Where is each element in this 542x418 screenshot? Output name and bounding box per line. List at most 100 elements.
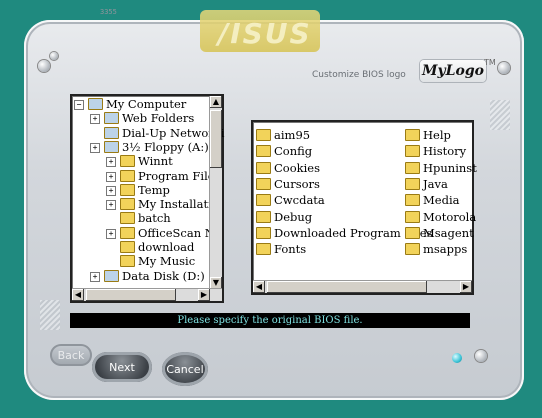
grip-texture [490, 100, 510, 130]
file-item-label: aim95 [274, 128, 311, 142]
mylogo-badge: MyLogo [420, 60, 486, 82]
file-item-label: Cursors [274, 176, 320, 191]
file-item[interactable]: Java [405, 177, 448, 191]
disk-icon [104, 269, 119, 282]
expand-icon[interactable]: + [106, 185, 116, 196]
folder-icon [405, 161, 420, 174]
trademark: TM [484, 58, 496, 67]
tree-item[interactable]: batch [120, 211, 171, 225]
file-item[interactable]: Motorola [405, 210, 476, 224]
file-item-label: History [423, 144, 467, 159]
tree-item[interactable]: OfficeScan N [120, 226, 215, 240]
tree-item[interactable]: Web Folders [104, 111, 194, 125]
file-item[interactable]: History [405, 144, 466, 158]
tree-item[interactable]: Dial-Up Networki [104, 126, 224, 140]
scroll-up-icon[interactable]: ▲ [210, 96, 222, 108]
file-item-label: Debug [274, 209, 313, 224]
tree-item-label: batch [138, 211, 171, 226]
tree-vscroll[interactable]: ▲ ▼ [209, 96, 222, 301]
file-item-label: Config [274, 144, 313, 159]
files-hscroll[interactable]: ◀ ▶ [253, 280, 472, 293]
tree-item-label: Temp [138, 182, 170, 197]
folder-icon [256, 161, 271, 174]
status-bar: Please specify the original BIOS file. [70, 313, 470, 328]
tree-item-label: download [138, 240, 195, 254]
tree-item[interactable]: download [120, 240, 194, 254]
expand-icon[interactable]: + [106, 228, 116, 239]
scroll-thumb[interactable] [267, 281, 427, 293]
folder-icon [405, 226, 420, 239]
folder-icon [405, 243, 420, 256]
scroll-right-icon[interactable]: ▶ [460, 281, 472, 293]
tree-item-label: OfficeScan N [138, 225, 215, 240]
expand-icon[interactable]: + [106, 157, 116, 168]
file-item-label: Cwcdata [274, 193, 325, 208]
tree-item[interactable]: Data Disk (D:) [104, 269, 205, 283]
expand-icon[interactable]: + [90, 114, 100, 125]
screw-icon [38, 60, 50, 72]
tree-item[interactable]: Program Files [120, 169, 220, 183]
tree-item-label: My Music [138, 254, 196, 269]
folder-icon [120, 226, 135, 239]
tagline: Customize BIOS logo [312, 70, 406, 80]
folder-tree[interactable]: − My Computer + Web Folders Dial-Up Networki… [70, 94, 224, 303]
status-led-icon [452, 353, 462, 363]
tree-item-label: Winnt [138, 154, 173, 169]
tree-item-label: Data Disk (D:) [122, 268, 205, 283]
file-item[interactable]: aim95 [256, 128, 310, 142]
file-item[interactable]: Media [405, 193, 459, 207]
tree-item[interactable]: My Installatic [120, 197, 218, 211]
expand-icon[interactable]: + [90, 271, 100, 282]
tree-item[interactable]: 3½ Floppy (A:) [104, 140, 209, 154]
tree-item-label: My Computer [106, 97, 187, 111]
scroll-left-icon[interactable]: ◀ [253, 281, 265, 293]
folder-icon [256, 129, 271, 141]
folder-icon [256, 243, 271, 256]
file-item[interactable]: Hpuninst [405, 161, 477, 175]
scroll-thumb[interactable] [210, 110, 222, 168]
scroll-thumb[interactable] [86, 289, 176, 301]
file-item[interactable]: Debug [256, 210, 312, 224]
file-item-label: Java [423, 176, 448, 191]
file-item[interactable]: Help [405, 128, 451, 142]
tree-hscroll[interactable]: ◀ ▶ [72, 288, 222, 301]
file-item[interactable]: Fonts [256, 242, 306, 256]
tree-item[interactable]: Temp [120, 183, 170, 197]
folder-icon [120, 169, 135, 182]
file-item[interactable]: msapps [405, 242, 467, 256]
tree-item[interactable]: My Music [120, 254, 195, 268]
file-item-label: Fonts [274, 242, 307, 257]
asus-logo: /ISUS [218, 17, 312, 50]
next-button[interactable]: Next [92, 352, 152, 382]
back-button[interactable]: Back [50, 344, 92, 366]
computer-icon [88, 98, 103, 110]
file-item[interactable]: Cwcdata [256, 193, 325, 207]
tree-item[interactable]: Winnt [120, 154, 173, 168]
file-item[interactable]: Cursors [256, 177, 320, 191]
expand-icon[interactable]: + [106, 200, 116, 211]
screw-icon [498, 62, 510, 74]
folder-icon [120, 155, 135, 168]
folder-icon [256, 177, 271, 190]
scroll-right-icon[interactable]: ▶ [198, 289, 210, 301]
folder-icon [120, 183, 135, 196]
dialup-icon [104, 126, 119, 139]
expand-icon[interactable]: + [106, 171, 116, 182]
file-item-label: Msagent [423, 225, 474, 240]
tree-item-label: 3½ Floppy (A:) [122, 139, 209, 154]
web-folders-icon [104, 112, 119, 125]
file-list[interactable]: aim95 Config Cookies Cursors Cwcdata Debug Dow… [251, 120, 477, 295]
tree-item-label: My Installatic [138, 197, 219, 212]
file-item-label: Hpuninst [423, 160, 477, 175]
file-item[interactable]: Cookies [256, 161, 320, 175]
file-item[interactable]: Msagent [405, 226, 474, 240]
tree-item-label: Web Folders [122, 111, 195, 126]
collapse-icon[interactable]: − [74, 100, 84, 110]
cancel-button[interactable]: Cancel [162, 352, 208, 386]
file-item[interactable]: Config [256, 144, 312, 158]
folder-icon [405, 194, 420, 207]
tree-item[interactable]: My Computer [88, 97, 186, 111]
file-item-label: msapps [423, 242, 468, 257]
scroll-left-icon[interactable]: ◀ [72, 289, 84, 301]
expand-icon[interactable]: + [90, 142, 100, 153]
